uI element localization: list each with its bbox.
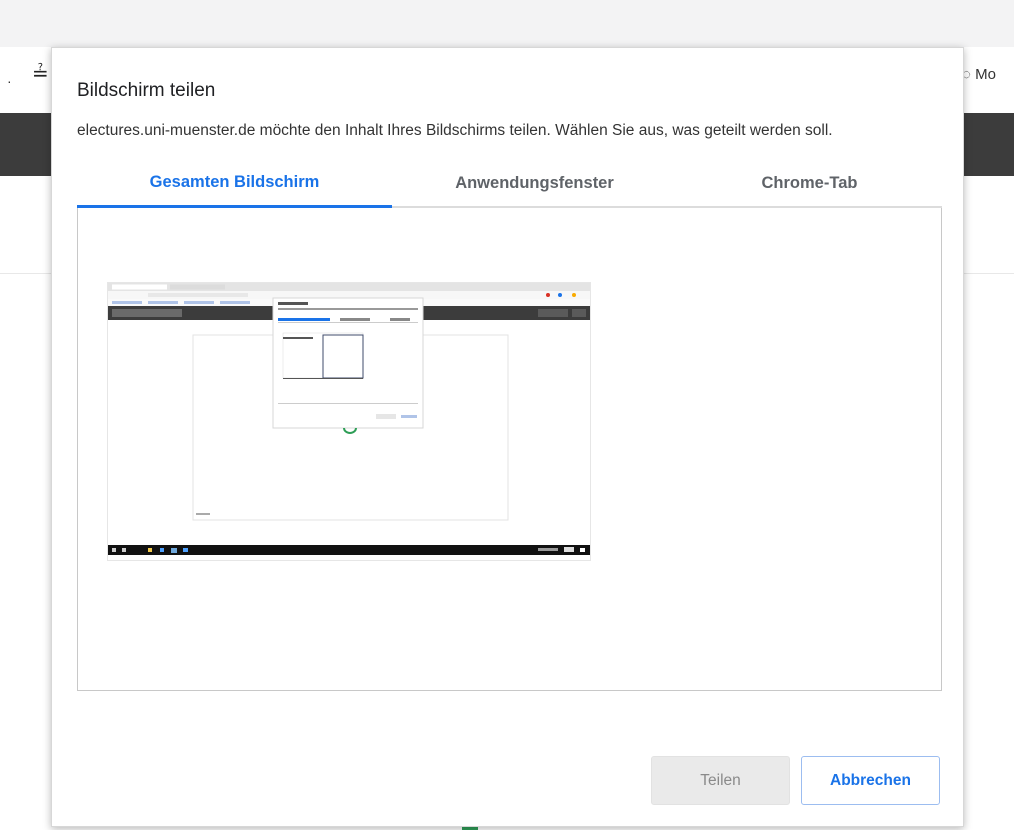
dialog-actions: Teilen Abbrechen xyxy=(651,756,940,805)
screen-preview-area xyxy=(77,208,942,691)
share-button[interactable]: Teilen xyxy=(651,756,790,805)
screen-share-dialog: Bildschirm teilen electures.uni-muenster… xyxy=(51,47,964,827)
screen-thumbnail-image xyxy=(108,283,590,555)
dialog-description: electures.uni-muenster.de möchte den Inh… xyxy=(77,122,833,139)
tab-entire-screen[interactable]: Gesamten Bildschirm xyxy=(77,160,392,208)
ellipsis-icon: · xyxy=(7,73,12,89)
dialog-title: Bildschirm teilen xyxy=(77,80,216,101)
tab-application-window[interactable]: Anwendungsfenster xyxy=(392,160,677,206)
menu-icon[interactable]: ≟ xyxy=(32,62,49,86)
share-source-tabs: Gesamten Bildschirm Anwendungsfenster Ch… xyxy=(77,160,942,208)
screen: · ≟ ◌ Mo Bildschirm teilen electures.uni… xyxy=(0,0,1014,830)
browser-toolbar xyxy=(0,0,1014,47)
tab-chrome-tab[interactable]: Chrome-Tab xyxy=(677,160,942,206)
background-right-label: ◌ Mo xyxy=(962,66,996,83)
cancel-button[interactable]: Abbrechen xyxy=(801,756,940,805)
screen-thumbnail[interactable] xyxy=(107,282,591,561)
